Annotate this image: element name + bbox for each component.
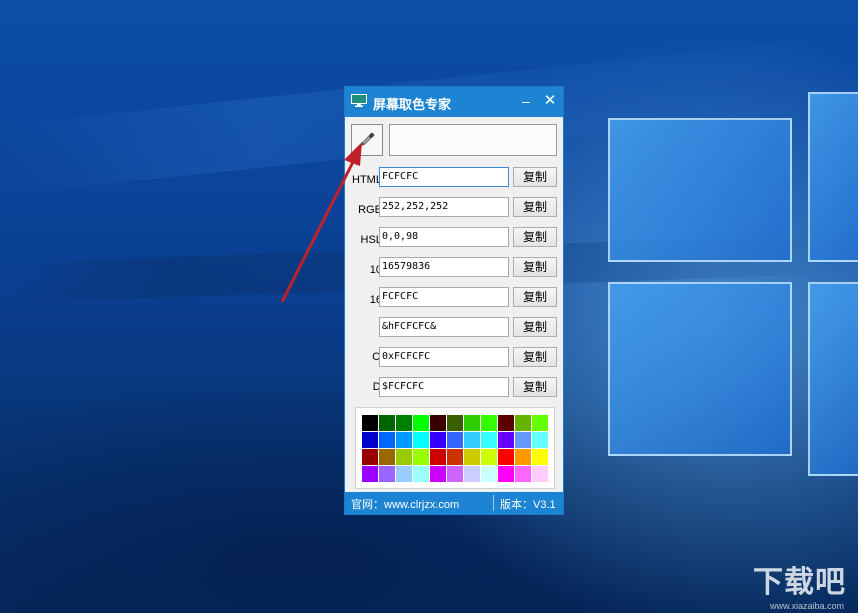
color-swatch[interactable]: [498, 415, 514, 431]
format-row: HSL格式:0,0,98复制: [345, 227, 565, 249]
monitor-icon: [351, 94, 367, 107]
copy-button[interactable]: 复制: [513, 347, 557, 367]
window-pane-glow: [608, 282, 792, 456]
window-pane-glow: [608, 118, 792, 262]
color-picker-window: 屏幕取色专家 – ✕ HTML格式:FCFCFC复制 RGB格式:252,252,…: [344, 86, 564, 515]
format-row: 10进制:16579836复制: [345, 257, 565, 279]
status-bar: 官网：www.clrjzx.com 版本：V3.1: [345, 492, 563, 514]
color-swatch[interactable]: [362, 415, 378, 431]
eyedropper-button[interactable]: [351, 124, 383, 156]
color-swatch[interactable]: [396, 415, 412, 431]
status-divider: [493, 495, 494, 511]
color-swatch[interactable]: [515, 466, 531, 482]
copy-button[interactable]: 复制: [513, 167, 557, 187]
color-swatch[interactable]: [481, 432, 497, 448]
color-preview: [389, 124, 557, 156]
color-swatch[interactable]: [532, 432, 548, 448]
color-swatch[interactable]: [396, 432, 412, 448]
color-swatch[interactable]: [430, 466, 446, 482]
color-swatch[interactable]: [464, 415, 480, 431]
color-swatch[interactable]: [464, 466, 480, 482]
copy-button[interactable]: 复制: [513, 317, 557, 337]
format-row: Delphi:$FCFCFC复制: [345, 377, 565, 399]
format-value-field[interactable]: 0xFCFCFC: [379, 347, 509, 367]
color-swatch[interactable]: [498, 466, 514, 482]
color-palette: [355, 407, 555, 489]
color-swatch[interactable]: [481, 415, 497, 431]
format-value-field[interactable]: 16579836: [379, 257, 509, 277]
copy-button[interactable]: 复制: [513, 227, 557, 247]
color-swatch[interactable]: [413, 432, 429, 448]
title-bar[interactable]: 屏幕取色专家 – ✕: [345, 87, 563, 117]
minimize-button[interactable]: –: [517, 89, 535, 113]
website-link[interactable]: 官网：www.clrjzx.com: [351, 496, 459, 512]
color-swatch[interactable]: [413, 449, 429, 465]
format-value-field[interactable]: FCFCFC: [379, 287, 509, 307]
color-swatch[interactable]: [498, 449, 514, 465]
format-value-field[interactable]: 252,252,252: [379, 197, 509, 217]
window-pane-glow: [808, 282, 858, 476]
color-swatch[interactable]: [362, 432, 378, 448]
format-row: HTML格式:FCFCFC复制: [345, 167, 565, 189]
color-swatch[interactable]: [396, 449, 412, 465]
format-row: 16进制:FCFCFC复制: [345, 287, 565, 309]
color-swatch[interactable]: [498, 432, 514, 448]
copy-button[interactable]: 复制: [513, 377, 557, 397]
format-value-field[interactable]: $FCFCFC: [379, 377, 509, 397]
copy-button[interactable]: 复制: [513, 257, 557, 277]
eyedropper-icon: [360, 132, 375, 147]
color-swatch[interactable]: [430, 415, 446, 431]
color-swatch[interactable]: [413, 415, 429, 431]
color-swatch[interactable]: [515, 415, 531, 431]
color-swatch[interactable]: [379, 449, 395, 465]
color-swatch[interactable]: [532, 415, 548, 431]
color-swatch[interactable]: [532, 466, 548, 482]
palette-grid: [362, 415, 548, 483]
window-pane-glow: [808, 92, 858, 262]
color-swatch[interactable]: [447, 466, 463, 482]
format-value-field[interactable]: FCFCFC: [379, 167, 509, 187]
watermark-url: www.xiazaiba.com: [769, 601, 844, 611]
color-swatch[interactable]: [379, 415, 395, 431]
format-row: C/C++:0xFCFCFC复制: [345, 347, 565, 369]
color-swatch[interactable]: [447, 415, 463, 431]
color-swatch[interactable]: [447, 449, 463, 465]
close-button[interactable]: ✕: [541, 89, 559, 113]
format-value-field[interactable]: 0,0,98: [379, 227, 509, 247]
color-swatch[interactable]: [481, 449, 497, 465]
version-label: 版本：V3.1: [500, 499, 556, 511]
format-value-field[interactable]: &hFCFCFC&: [379, 317, 509, 337]
color-swatch[interactable]: [362, 466, 378, 482]
watermark-logo: 下载吧: [753, 566, 846, 599]
color-swatch[interactable]: [481, 466, 497, 482]
color-swatch[interactable]: [532, 449, 548, 465]
color-swatch[interactable]: [515, 432, 531, 448]
color-swatch[interactable]: [430, 449, 446, 465]
color-swatch[interactable]: [515, 449, 531, 465]
format-row: VB:&hFCFCFC&复制: [345, 317, 565, 339]
window-title: 屏幕取色专家: [373, 97, 452, 112]
color-swatch[interactable]: [464, 432, 480, 448]
color-swatch[interactable]: [447, 432, 463, 448]
color-swatch[interactable]: [413, 466, 429, 482]
color-swatch[interactable]: [396, 466, 412, 482]
format-row: RGB格式:252,252,252复制: [345, 197, 565, 219]
color-swatch[interactable]: [464, 449, 480, 465]
color-swatch[interactable]: [430, 432, 446, 448]
color-swatch[interactable]: [379, 466, 395, 482]
color-swatch[interactable]: [362, 449, 378, 465]
color-swatch[interactable]: [379, 432, 395, 448]
copy-button[interactable]: 复制: [513, 197, 557, 217]
copy-button[interactable]: 复制: [513, 287, 557, 307]
